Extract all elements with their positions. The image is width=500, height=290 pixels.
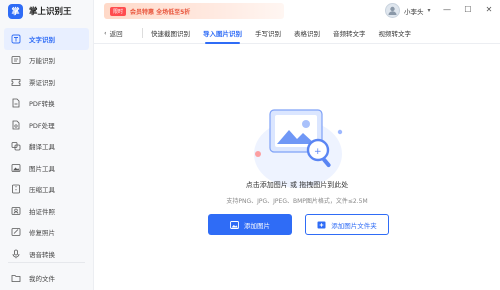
chevron-left-icon: ‹: [104, 28, 107, 37]
sidebar-item-photo-repair[interactable]: 修复照片: [0, 222, 93, 244]
chevron-down-icon[interactable]: ▾: [428, 7, 431, 14]
sidebar-item-my-files[interactable]: 我的文件: [0, 267, 93, 289]
sidebar-item-text-scan[interactable]: 文字识别: [4, 28, 89, 50]
back-button[interactable]: ‹ 返回: [94, 28, 142, 38]
sidebar-item-label: PDF处理: [29, 121, 55, 130]
add-folder-button[interactable]: 添加图片文件夹: [305, 214, 389, 235]
promo-badge: 限时: [110, 6, 127, 16]
app-logo: 掌 掌上识别王: [0, 0, 93, 22]
folder-icon: [11, 273, 21, 283]
folder-add-icon: [317, 221, 326, 228]
compress-icon: [11, 184, 21, 194]
tab-4[interactable]: 音频转文字: [333, 22, 366, 44]
app-title: 掌上识别王: [29, 7, 72, 17]
drop-hint: 点击添加图片 或 拖拽图片到此处: [245, 181, 349, 189]
svg-text:+: +: [314, 147, 322, 157]
sidebar-nav: 文字识别万能识别票证识别 PDF转换 PDF处理翻译工具图片工具压缩工具拍证件照修复…: [0, 28, 93, 265]
sidebar-item-label: 修复照片: [29, 229, 55, 238]
image-icon: [230, 220, 239, 229]
image-tool-icon: [11, 163, 21, 173]
text-scan-icon: [11, 34, 21, 44]
add-folder-label: 添加图片文件夹: [331, 221, 377, 230]
sidebar-item-universal-scan[interactable]: 万能识别: [0, 50, 93, 72]
promo-text: 会员特惠 全场低至5折: [130, 8, 191, 16]
sidebar-item-label: 票证识别: [29, 78, 55, 87]
add-image-label: 添加图片: [244, 221, 270, 230]
sidebar-item-pdf-process[interactable]: PDF处理: [0, 114, 93, 136]
tab-3[interactable]: 表格识别: [294, 22, 320, 44]
sidebar-item-label: 我的文件: [29, 274, 55, 283]
id-photo-icon: [11, 206, 21, 216]
pdf-process-icon: [11, 120, 21, 130]
import-image-panel[interactable]: + 点击添加图片 或 拖拽图片到此处 支持PNG、JPG、JPEG、BMP图片格…: [94, 44, 500, 290]
user-name: 小李头: [404, 7, 424, 16]
ticket-icon: [11, 77, 21, 87]
sidebar-item-pdf-convert[interactable]: PDF转换: [0, 93, 93, 115]
maximize-button[interactable]: ☐: [463, 5, 473, 14]
sidebar-item-label: 翻译工具: [29, 143, 55, 152]
sidebar-item-label: PDF转换: [29, 100, 55, 109]
add-image-button[interactable]: 添加图片: [208, 214, 292, 235]
sidebar-item-label: 压缩工具: [29, 186, 55, 195]
promo-banner[interactable]: 限时 会员特惠 全场低至5折: [104, 3, 284, 19]
tab-bar: ‹ 返回 快速截图识别 导入图片识别 手写识别 表格识别 音频转文字 视频转文字: [94, 22, 500, 44]
sidebar: 掌 掌上识别王 文字识别万能识别票证识别 PDF转换 PDF处理翻译工具图片工具压缩…: [0, 0, 94, 290]
sidebar-item-label: 拍证件照: [29, 207, 55, 216]
sidebar-divider: [8, 262, 85, 263]
avatar[interactable]: [385, 3, 400, 18]
tab-5[interactable]: 视频转文字: [379, 22, 412, 44]
sidebar-item-label: 语音转换: [29, 250, 55, 259]
photo-repair-icon: [11, 227, 21, 237]
translate-icon: [11, 141, 21, 151]
sidebar-item-compress[interactable]: 压缩工具: [0, 179, 93, 201]
sidebar-item-label: 万能识别: [29, 57, 55, 66]
sidebar-item-translate[interactable]: 翻译工具: [0, 136, 93, 158]
sidebar-item-image-tool[interactable]: 图片工具: [0, 157, 93, 179]
voice-icon: [11, 249, 21, 259]
pdf-convert-icon: [11, 98, 21, 108]
sidebar-item-label: 图片工具: [29, 164, 55, 173]
logo-icon: 掌: [8, 3, 23, 19]
back-label: 返回: [109, 29, 123, 38]
sidebar-item-ticket[interactable]: 票证识别: [0, 71, 93, 93]
sidebar-item-label: 文字识别: [29, 35, 55, 44]
supported-formats: 支持PNG、JPG、JPEG、BMP图片格式，文件≤2.5M: [226, 198, 368, 205]
tab-0[interactable]: 快速截图识别: [151, 22, 190, 44]
title-bar: 限时 会员特惠 全场低至5折 小李头 ▾ — ☐ ✕: [94, 0, 500, 22]
image-import-illustration: +: [254, 109, 343, 188]
sidebar-item-id-photo[interactable]: 拍证件照: [0, 200, 93, 222]
user-profile[interactable]: 小李头 ▾: [385, 3, 431, 18]
universal-scan-icon: [11, 55, 21, 65]
window-controls: — ☐ ✕: [442, 5, 494, 14]
divider: [142, 27, 143, 38]
tab-1[interactable]: 导入图片识别: [203, 22, 242, 44]
tab-2[interactable]: 手写识别: [255, 22, 281, 44]
user-avatar-icon: [388, 6, 397, 15]
minimize-button[interactable]: —: [442, 5, 452, 14]
close-button[interactable]: ✕: [484, 5, 494, 14]
